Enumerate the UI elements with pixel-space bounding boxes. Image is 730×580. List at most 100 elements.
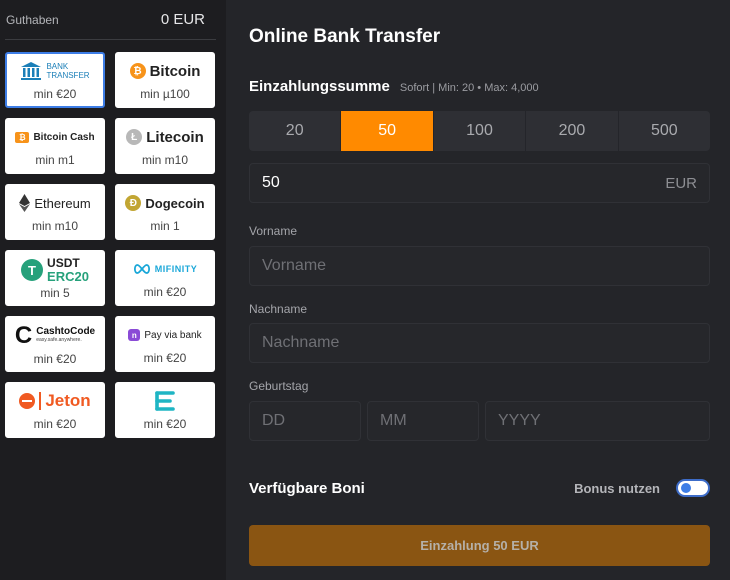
payment-method-grid: BANK TRANSFER min €20 ₿ Bitcoin min µ100… xyxy=(5,40,221,438)
cashtocode-line2: easy.safe.anywhere. xyxy=(36,337,82,343)
pay-via-bank-label: Pay via bank xyxy=(144,329,202,341)
method-min: min m10 xyxy=(141,153,188,167)
method-cashtocode[interactable]: C CashtoCode easy.safe.anywhere. min €20 xyxy=(5,316,105,372)
method-dogecoin[interactable]: Ð Dogecoin min 1 xyxy=(115,184,215,240)
pay-via-bank-logo: n Pay via bank xyxy=(128,323,202,347)
balance-value: 0 EUR xyxy=(160,11,205,28)
method-bank-transfer[interactable]: BANK TRANSFER min €20 xyxy=(5,52,105,108)
currency-label: EUR xyxy=(665,174,697,192)
jeton-logo: Jeton xyxy=(19,389,91,413)
dogecoin-icon: Ð xyxy=(125,195,142,211)
usdt-line2: ERC20 xyxy=(47,269,89,284)
deposit-app: Guthaben 0 EUR BANK TRANSFER min €20 ₿ B… xyxy=(0,0,730,580)
deposit-submit-button[interactable]: Einzahlung 50 EUR xyxy=(249,525,710,566)
method-min: min €20 xyxy=(33,87,77,101)
last-name-label: Nachname xyxy=(249,302,308,316)
bank-transfer-line1: BANK xyxy=(46,62,69,71)
method-pay-via-bank[interactable]: n Pay via bank min €20 xyxy=(115,316,215,372)
ethereum-icon xyxy=(19,194,31,212)
amount-title: Einzahlungssumme xyxy=(249,78,390,95)
method-min: min 1 xyxy=(150,219,180,233)
e-wallet-logo xyxy=(153,389,177,413)
page-title: Online Bank Transfer xyxy=(249,26,441,47)
bank-transfer-line2: TRANSFER xyxy=(46,71,90,80)
first-name-label: Vorname xyxy=(249,224,298,238)
litecoin-icon: Ł xyxy=(126,129,143,145)
litecoin-logo: Ł Litecoin xyxy=(126,125,204,149)
method-min: min €20 xyxy=(33,417,77,431)
birthday-label: Geburtstag xyxy=(249,379,309,393)
method-min: min m1 xyxy=(35,153,75,167)
cashtocode-logo: C CashtoCode easy.safe.anywhere. xyxy=(15,322,95,350)
method-min: min €20 xyxy=(143,285,187,299)
e-logo-icon xyxy=(155,391,175,411)
amount-input[interactable] xyxy=(262,174,462,192)
method-min: min m10 xyxy=(31,219,78,233)
bitcoin-label: Bitcoin xyxy=(149,62,201,80)
birthday-fields xyxy=(249,401,710,441)
method-jeton[interactable]: Jeton min €20 xyxy=(5,382,105,438)
bitcoin-cash-logo: ₿ Bitcoin Cash xyxy=(15,125,95,149)
jeton-divider xyxy=(39,392,42,410)
bitcoin-icon: ₿ xyxy=(129,63,146,79)
usdt-logo: T USDT ERC20 xyxy=(21,256,89,284)
bonus-toggle-group: Bonus nutzen xyxy=(574,479,710,497)
bitcoin-cash-icon: ₿ xyxy=(15,131,30,143)
bank-transfer-logo: BANK TRANSFER xyxy=(20,59,90,83)
preset-20[interactable]: 20 xyxy=(249,111,342,151)
method-min: min €20 xyxy=(143,351,187,365)
first-name-input[interactable] xyxy=(249,246,710,286)
preset-100[interactable]: 100 xyxy=(434,111,527,151)
jeton-label: Jeton xyxy=(45,391,91,410)
mifinity-label: MIFINITY xyxy=(154,264,198,274)
deposit-form-panel: Online Bank Transfer Einzahlungssumme So… xyxy=(226,0,730,580)
mifinity-logo: MIFINITY xyxy=(133,257,198,281)
bank-icon xyxy=(21,62,42,80)
cashtocode-c-icon: C xyxy=(14,322,33,349)
preset-50[interactable]: 50 xyxy=(341,111,434,151)
method-ethereum[interactable]: Ethereum min m10 xyxy=(5,184,105,240)
amount-field: EUR xyxy=(249,163,710,203)
bonus-toggle[interactable] xyxy=(676,479,710,497)
method-min: min €20 xyxy=(143,417,187,431)
cashtocode-line1: CashtoCode xyxy=(36,326,96,337)
method-bitcoin[interactable]: ₿ Bitcoin min µ100 xyxy=(115,52,215,108)
ethereum-logo: Ethereum xyxy=(19,191,91,215)
infinity-icon xyxy=(133,264,150,274)
dogecoin-logo: Ð Dogecoin xyxy=(125,191,205,215)
method-e-wallet[interactable]: min €20 xyxy=(115,382,215,438)
birthday-month-input[interactable] xyxy=(367,401,479,441)
jeton-icon xyxy=(19,393,36,409)
balance-bar: Guthaben 0 EUR xyxy=(5,0,216,40)
method-litecoin[interactable]: Ł Litecoin min m10 xyxy=(115,118,215,174)
tether-icon: T xyxy=(21,259,44,281)
bonus-title: Verfügbare Boni xyxy=(249,479,365,497)
method-min: min €20 xyxy=(33,352,77,366)
method-bitcoin-cash[interactable]: ₿ Bitcoin Cash min m1 xyxy=(5,118,105,174)
litecoin-label: Litecoin xyxy=(146,128,204,146)
ethereum-label: Ethereum xyxy=(34,195,91,211)
method-min: min 5 xyxy=(40,286,70,300)
dogecoin-label: Dogecoin xyxy=(145,195,205,211)
toggle-knob xyxy=(681,483,691,493)
bonus-row: Verfügbare Boni Bonus nutzen xyxy=(249,478,710,498)
last-name-input[interactable] xyxy=(249,323,710,363)
amount-limits-info: Sofort | Min: 20 • Max: 4,000 xyxy=(399,82,539,94)
last-name-wrapper xyxy=(249,323,710,363)
birthday-year-input[interactable] xyxy=(485,401,710,441)
amount-presets: 20 50 100 200 500 xyxy=(249,111,710,151)
preset-500[interactable]: 500 xyxy=(619,111,710,151)
method-mifinity[interactable]: MIFINITY min €20 xyxy=(115,250,215,306)
preset-200[interactable]: 200 xyxy=(526,111,619,151)
method-min: min µ100 xyxy=(140,87,190,101)
bitcoin-logo: ₿ Bitcoin xyxy=(129,59,201,83)
balance-label: Guthaben xyxy=(6,12,59,27)
birthday-day-input[interactable] xyxy=(249,401,361,441)
bitcoin-cash-label: Bitcoin Cash xyxy=(33,131,95,143)
amount-header: Einzahlungssumme Sofort | Min: 20 • Max:… xyxy=(249,78,710,95)
payment-methods-sidebar: Guthaben 0 EUR BANK TRANSFER min €20 ₿ B… xyxy=(0,0,226,580)
method-usdt-erc20[interactable]: T USDT ERC20 min 5 xyxy=(5,250,105,306)
bonus-toggle-label: Bonus nutzen xyxy=(574,480,660,496)
first-name-wrapper xyxy=(249,246,710,286)
pay-via-bank-icon: n xyxy=(128,329,141,341)
